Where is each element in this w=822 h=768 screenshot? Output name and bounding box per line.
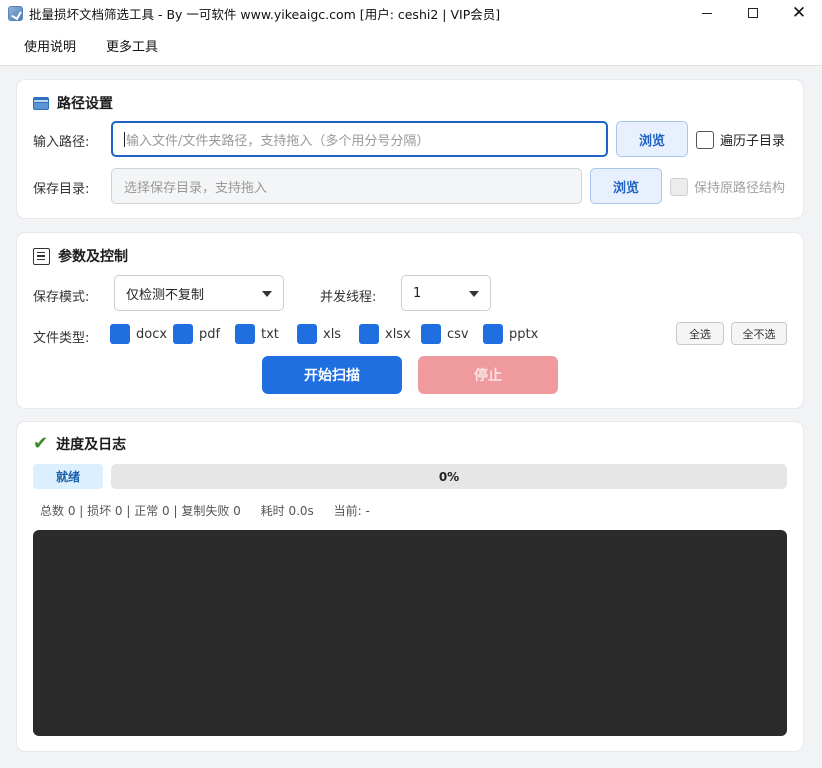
stats-current: 当前: -	[333, 504, 370, 518]
filetype-pdf-label: pdf	[199, 326, 221, 342]
text-caret	[124, 131, 125, 147]
save-mode-select[interactable]: 仅检测不复制	[114, 275, 284, 311]
select-none-button[interactable]: 全不选	[731, 322, 787, 345]
filetype-pdf-checkbox[interactable]	[173, 324, 193, 344]
save-dir-placeholder: 选择保存目录，支持拖入	[124, 180, 268, 196]
menu-item-help[interactable]: 使用说明	[12, 36, 88, 55]
folder-icon	[33, 96, 49, 110]
app-icon	[8, 5, 23, 21]
window-controls: ✕	[684, 0, 822, 26]
threads-value: 1	[413, 285, 422, 301]
path-settings-card: 路径设置 输入路径: 输入文件/文件夹路径，支持拖入（多个用分号分隔） 浏览 遍…	[17, 80, 803, 218]
save-mode-label: 保存模式:	[33, 290, 90, 305]
save-browse-button[interactable]: 浏览	[590, 168, 662, 204]
menu-item-more-tools[interactable]: 更多工具	[94, 36, 170, 55]
keep-structure-checkbox[interactable]: 保持原路径结构	[670, 177, 785, 196]
minimize-button[interactable]	[684, 0, 730, 26]
filetype-txt[interactable]: txt	[235, 324, 279, 344]
threads-select[interactable]: 1	[401, 275, 491, 311]
params-card: 参数及控制 保存模式: 仅检测不复制 并发线程: 1 文件类型: docx pd…	[17, 233, 803, 408]
save-mode-value: 仅检测不复制	[126, 287, 205, 303]
filetype-xlsx-checkbox[interactable]	[359, 324, 379, 344]
keep-structure-box[interactable]	[670, 177, 688, 196]
progress-title: ✔ 进度及日志	[33, 434, 126, 454]
input-path-label: 输入路径:	[33, 135, 90, 150]
filetype-xlsx[interactable]: xlsx	[359, 324, 411, 344]
path-settings-title-text: 路径设置	[57, 96, 113, 112]
minimize-icon	[702, 12, 712, 14]
stats-counts: 总数 0 | 损坏 0 | 正常 0 | 复制失败 0	[40, 504, 241, 518]
chevron-down-icon	[262, 291, 272, 297]
check-icon: ✔	[33, 433, 49, 454]
filetype-docx-label: docx	[136, 326, 168, 342]
recurse-subdirs-checkbox[interactable]: 遍历子目录	[696, 130, 785, 149]
filetype-xlsx-label: xlsx	[385, 326, 411, 342]
progress-percent: 0%	[438, 469, 460, 484]
progress-title-text: 进度及日志	[56, 437, 127, 453]
filetype-csv[interactable]: csv	[421, 324, 469, 344]
list-icon	[33, 247, 50, 265]
maximize-button[interactable]	[730, 0, 776, 26]
log-area[interactable]	[33, 530, 787, 736]
input-browse-button[interactable]: 浏览	[616, 121, 688, 157]
filetype-xls-label: xls	[323, 326, 342, 342]
filetype-pptx[interactable]: pptx	[483, 324, 538, 344]
chevron-down-icon	[469, 291, 479, 297]
params-title: 参数及控制	[33, 246, 128, 266]
close-icon: ✕	[791, 2, 807, 23]
filetype-csv-checkbox[interactable]	[421, 324, 441, 344]
stats-elapsed: 耗时 0.0s	[260, 504, 314, 518]
menu-bar: 使用说明 更多工具	[0, 26, 822, 66]
params-title-text: 参数及控制	[58, 249, 128, 265]
filetype-txt-label: txt	[261, 326, 279, 342]
title-bar: 批量损坏文档筛选工具 - By 一可软件 www.yikeaigc.com [用…	[0, 0, 822, 26]
stop-button[interactable]: 停止	[418, 356, 558, 394]
filetype-docx[interactable]: docx	[110, 324, 167, 344]
input-path-field[interactable]: 输入文件/文件夹路径，支持拖入（多个用分号分隔）	[111, 121, 608, 157]
threads-label: 并发线程:	[320, 290, 377, 305]
progress-card: ✔ 进度及日志 就绪 0% 总数 0 | 损坏 0 | 正常 0 | 复制失败 …	[17, 422, 803, 751]
filetype-xls-checkbox[interactable]	[297, 324, 317, 344]
save-dir-field[interactable]: 选择保存目录，支持拖入	[111, 168, 582, 204]
status-badge: 就绪	[33, 464, 103, 489]
filetype-pptx-checkbox[interactable]	[483, 324, 503, 344]
filetype-pptx-label: pptx	[509, 326, 539, 342]
stats-line: 总数 0 | 损坏 0 | 正常 0 | 复制失败 0 耗时 0.0s 当前: …	[40, 502, 380, 519]
file-type-label: 文件类型:	[33, 331, 90, 346]
filetype-xls[interactable]: xls	[297, 324, 341, 344]
recurse-subdirs-box[interactable]	[696, 130, 714, 149]
recurse-subdirs-label: 遍历子目录	[720, 134, 786, 149]
input-path-placeholder: 输入文件/文件夹路径，支持拖入（多个用分号分隔）	[126, 133, 430, 149]
filetype-txt-checkbox[interactable]	[235, 324, 255, 344]
start-scan-button[interactable]: 开始扫描	[262, 356, 402, 394]
path-settings-title: 路径设置	[33, 93, 113, 113]
maximize-icon	[748, 8, 758, 18]
close-button[interactable]: ✕	[776, 0, 822, 26]
filetype-csv-label: csv	[447, 326, 469, 342]
filetype-pdf[interactable]: pdf	[173, 324, 220, 344]
window-title: 批量损坏文档筛选工具 - By 一可软件 www.yikeaigc.com [用…	[29, 6, 501, 22]
save-dir-label: 保存目录:	[33, 182, 90, 197]
filetype-docx-checkbox[interactable]	[110, 324, 130, 344]
keep-structure-label: 保持原路径结构	[694, 181, 786, 196]
progress-bar: 0%	[111, 464, 787, 489]
select-all-button[interactable]: 全选	[676, 322, 724, 345]
